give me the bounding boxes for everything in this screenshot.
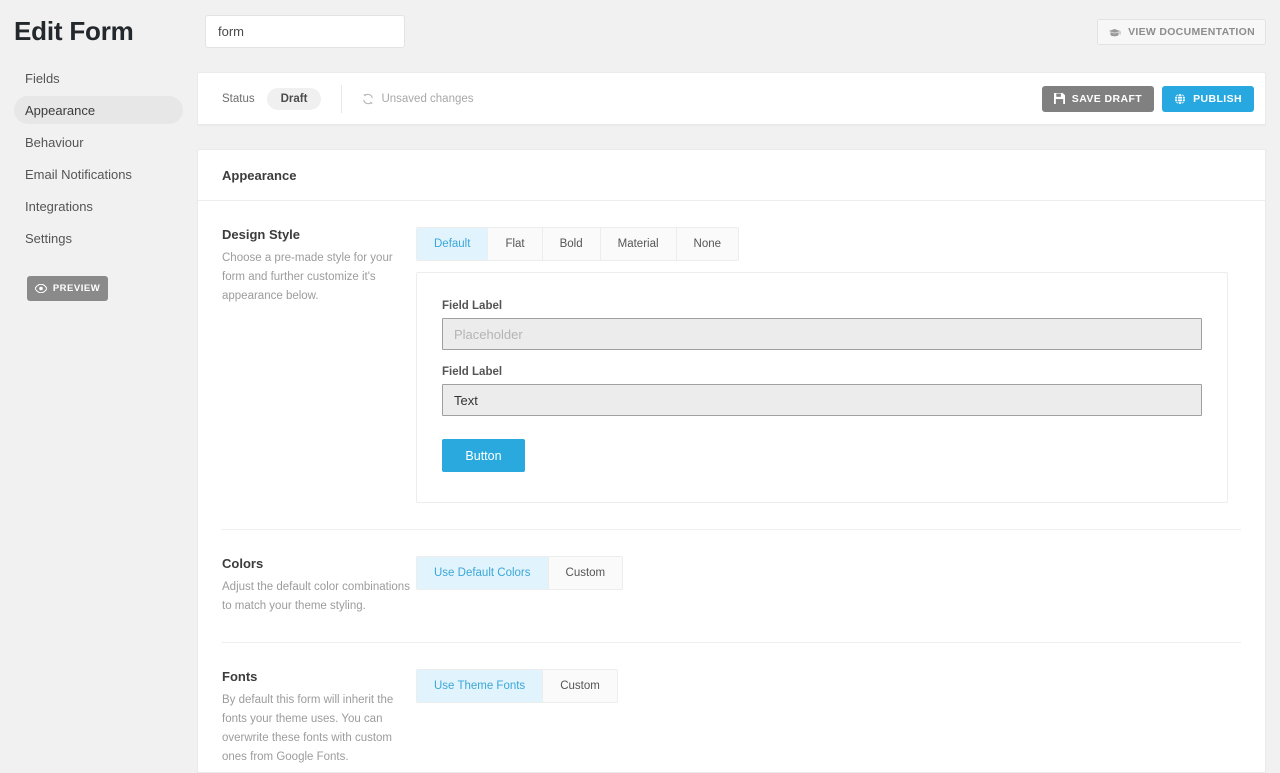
view-documentation-button[interactable]: VIEW DOCUMENTATION: [1097, 19, 1266, 45]
design-style-option-bold[interactable]: Bold: [542, 228, 601, 260]
section-title: Colors: [222, 556, 264, 571]
appearance-panel: Appearance Design Style Choose a pre-mad…: [197, 149, 1266, 773]
status-bar: Status Draft Unsaved changes SAVE DRAFT …: [197, 72, 1266, 125]
preview-button-label: PREVIEW: [52, 283, 101, 294]
sidebar-item-label: Settings: [25, 230, 72, 246]
fonts-option-use-theme-fonts[interactable]: Use Theme Fonts: [417, 670, 544, 702]
preview-button[interactable]: PREVIEW: [27, 276, 108, 301]
eye-icon: [34, 284, 47, 293]
status-badge: Draft: [266, 87, 322, 110]
preview-submit-button[interactable]: Button: [442, 439, 525, 472]
sidebar-item-label: Appearance: [25, 102, 96, 118]
form-style-preview: Field Label Field Label Button: [416, 272, 1228, 503]
design-style-option-material[interactable]: Material: [600, 228, 677, 260]
design-style-option-default[interactable]: Default: [417, 228, 489, 260]
top-bar: Edit Form VIEW DOCUMENTATION: [0, 0, 1280, 64]
section-colors: Colors Adjust the default color combinat…: [198, 530, 1265, 616]
sidebar-item-label: Fields: [25, 70, 60, 86]
sidebar-item-email-notifications[interactable]: Email Notifications: [14, 160, 183, 188]
unsaved-changes-indicator: Unsaved changes: [362, 92, 474, 105]
sidebar: Fields Appearance Behaviour Email Notificat…: [0, 64, 197, 773]
form-name-input[interactable]: [205, 15, 405, 48]
colors-option-custom[interactable]: Custom: [548, 557, 623, 589]
section-title: Fonts: [222, 669, 258, 684]
panel-title: Appearance: [198, 150, 1265, 201]
section-title: Design Style: [222, 227, 301, 242]
sidebar-item-integrations[interactable]: Integrations: [14, 192, 183, 220]
sidebar-item-behaviour[interactable]: Behaviour: [14, 128, 183, 156]
section-description-design-style: Design Style Choose a pre-made style for…: [222, 227, 416, 503]
section-control-colors: Use Default Colors Custom: [416, 556, 1241, 616]
refresh-icon: [362, 93, 374, 105]
publish-button[interactable]: PUBLISH: [1162, 85, 1254, 112]
status-actions: SAVE DRAFT PUBLISH: [1041, 85, 1254, 112]
section-design-style: Design Style Choose a pre-made style for…: [198, 201, 1265, 503]
design-style-option-none[interactable]: None: [676, 228, 739, 260]
field-label: Field Label: [442, 366, 503, 378]
preview-field-one: Field Label: [442, 300, 1202, 350]
preview-input-two[interactable]: [442, 384, 1202, 416]
section-control-design-style: Default Flat Bold Material None Field Label …: [416, 227, 1241, 503]
publish-label: PUBLISH: [1193, 92, 1242, 105]
sidebar-item-label: Integrations: [25, 198, 93, 214]
save-draft-label: SAVE DRAFT: [1071, 92, 1143, 105]
globe-icon: [1174, 92, 1187, 105]
page-title: Edit Form: [14, 16, 134, 46]
sidebar-nav: Fields Appearance Behaviour Email Notificat…: [0, 64, 197, 252]
main-content: Status Draft Unsaved changes SAVE DRAFT …: [197, 64, 1280, 773]
design-style-toggle-group: Default Flat Bold Material None: [416, 227, 740, 261]
section-desc: By default this form will inherit the fo…: [222, 694, 394, 763]
section-control-fonts: Use Theme Fonts Custom: [416, 669, 1241, 767]
view-documentation-label: VIEW DOCUMENTATION: [1128, 26, 1255, 38]
section-fonts: Fonts By default this form will inherit …: [198, 643, 1265, 767]
sidebar-item-settings[interactable]: Settings: [14, 224, 183, 252]
sidebar-item-fields[interactable]: Fields: [14, 64, 183, 92]
section-desc: Choose a pre-made style for your form an…: [222, 252, 393, 302]
book-icon: [1108, 27, 1121, 38]
floppy-disk-icon: [1053, 93, 1065, 104]
sidebar-item-label: Behaviour: [25, 134, 84, 150]
sidebar-item-label: Email Notifications: [25, 166, 132, 182]
unsaved-changes-label: Unsaved changes: [381, 92, 474, 105]
fonts-option-custom[interactable]: Custom: [543, 670, 617, 702]
preview-input-one[interactable]: [442, 318, 1202, 350]
preview-field-two: Field Label: [442, 366, 1202, 416]
sidebar-item-appearance[interactable]: Appearance: [14, 96, 183, 124]
colors-option-use-default-colors[interactable]: Use Default Colors: [417, 557, 549, 589]
status-label: Status: [222, 92, 255, 105]
design-style-option-flat[interactable]: Flat: [488, 228, 543, 260]
save-draft-button[interactable]: SAVE DRAFT: [1041, 85, 1155, 112]
field-label: Field Label: [442, 300, 503, 312]
section-description-fonts: Fonts By default this form will inherit …: [222, 669, 416, 767]
section-description-colors: Colors Adjust the default color combinat…: [222, 556, 416, 616]
section-desc: Adjust the default color combinations to…: [222, 581, 410, 612]
divider: [341, 84, 343, 113]
fonts-toggle-group: Use Theme Fonts Custom: [416, 669, 618, 703]
colors-toggle-group: Use Default Colors Custom: [416, 556, 624, 590]
